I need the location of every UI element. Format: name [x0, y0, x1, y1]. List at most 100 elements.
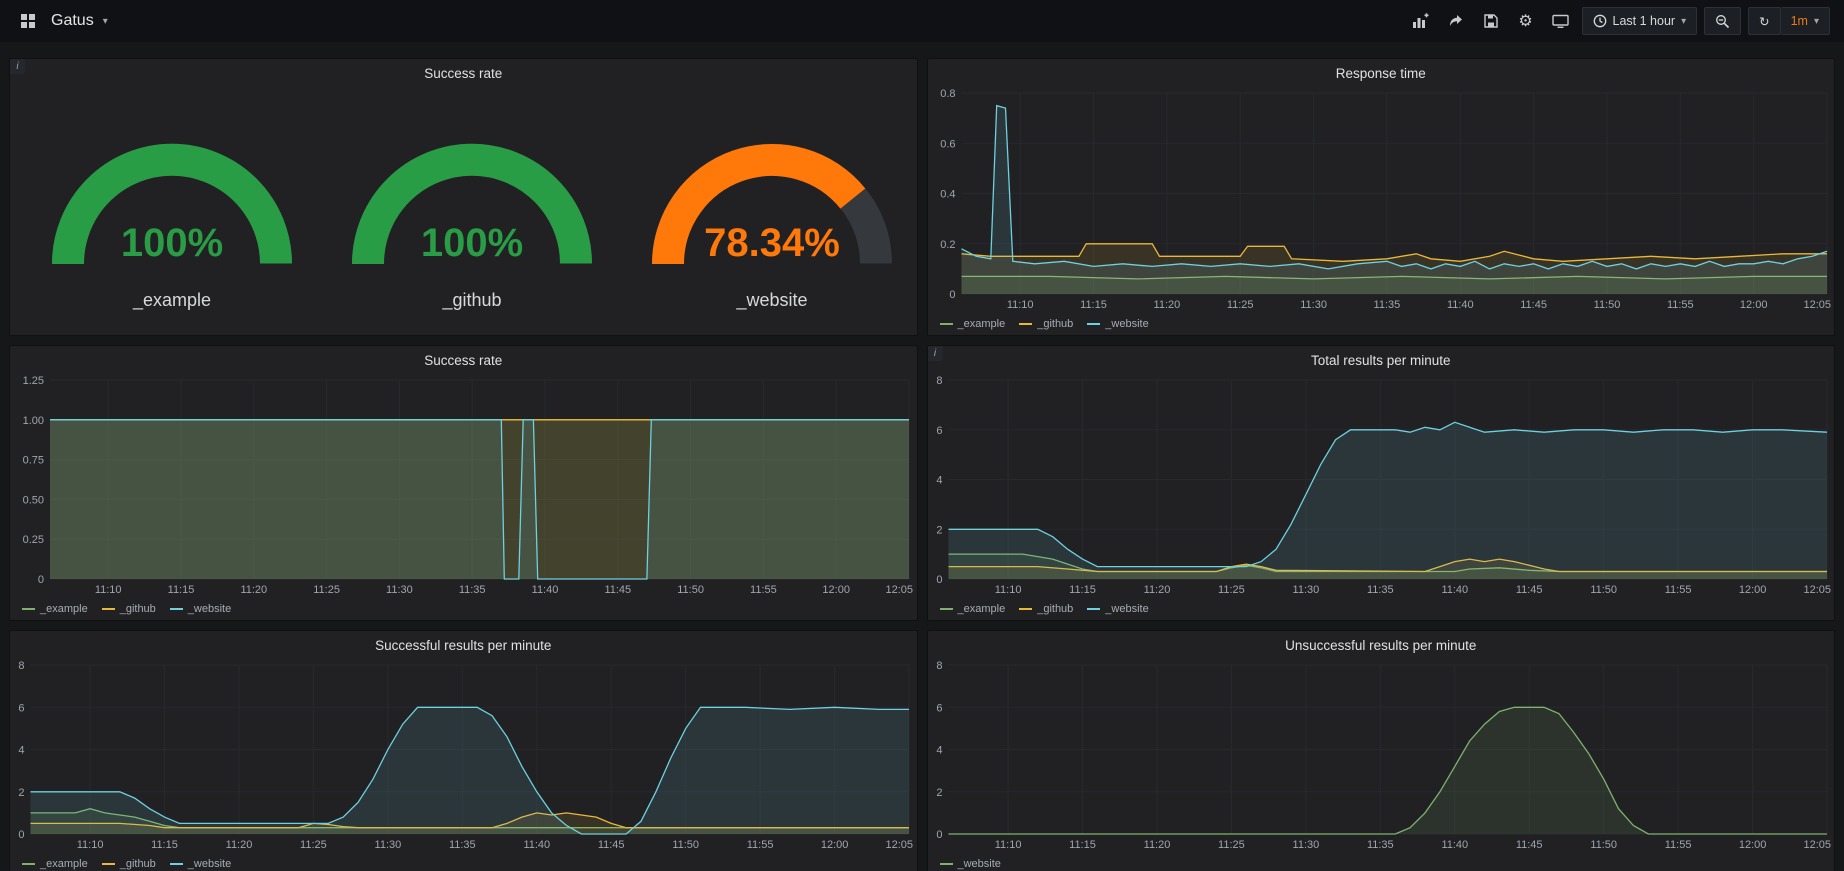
clock-icon: [1593, 14, 1607, 28]
panel-total-results: i Total results per minute 0246811:1011:…: [927, 345, 1836, 621]
panel-title[interactable]: Successful results per minute: [10, 631, 917, 656]
legend-swatch: [1019, 608, 1032, 610]
svg-text:11:25: 11:25: [313, 584, 340, 596]
svg-text:11:30: 11:30: [375, 839, 402, 851]
panel-successful-results: Successful results per minute 0246811:10…: [9, 630, 918, 871]
svg-text:11:25: 11:25: [1226, 299, 1253, 311]
share-button[interactable]: [1442, 7, 1470, 35]
svg-text:11:40: 11:40: [1441, 584, 1468, 596]
dashboard-caret-icon[interactable]: ▾: [103, 16, 108, 27]
svg-text:11:25: 11:25: [1218, 584, 1245, 596]
svg-text:12:00: 12:00: [1739, 299, 1767, 311]
svg-text:11:30: 11:30: [1292, 584, 1319, 596]
legend-item-_github[interactable]: _github: [102, 603, 156, 615]
timeseries-chart-response-time[interactable]: 00.20.40.60.811:1011:1511:2011:2511:3011…: [928, 84, 1835, 313]
svg-text:2: 2: [936, 524, 942, 536]
refresh-picker: ↻ 1m ▾: [1748, 7, 1830, 35]
svg-text:2: 2: [936, 787, 942, 799]
panel-title[interactable]: Response time: [928, 59, 1835, 84]
svg-text:6: 6: [936, 702, 942, 714]
gauge-arc: 100%: [322, 108, 622, 284]
svg-text:11:15: 11:15: [1069, 839, 1096, 851]
svg-text:4: 4: [18, 745, 24, 757]
svg-text:0: 0: [936, 829, 942, 841]
svg-text:11:55: 11:55: [750, 584, 777, 596]
legend-item-_website[interactable]: _website: [1087, 318, 1148, 330]
save-icon: [1483, 13, 1499, 29]
svg-text:11:10: 11:10: [994, 584, 1021, 596]
legend-item-_example[interactable]: _example: [940, 603, 1006, 615]
svg-text:11:40: 11:40: [1446, 299, 1473, 311]
panel-info-icon[interactable]: i: [928, 346, 943, 361]
dashboard-grid: i Success rate 100% _example 100% _githu…: [0, 42, 1844, 871]
zoom-out-button[interactable]: [1704, 7, 1741, 35]
timeseries-chart-successful-results[interactable]: 0246811:1011:1511:2011:2511:3011:3511:40…: [10, 656, 917, 853]
svg-text:11:40: 11:40: [532, 584, 559, 596]
panel-title[interactable]: Success rate: [10, 59, 917, 84]
svg-text:0.4: 0.4: [940, 189, 955, 201]
legend-item-_github[interactable]: _github: [1019, 603, 1073, 615]
svg-text:11:55: 11:55: [1664, 839, 1691, 851]
timeseries-chart-unsuccessful-results[interactable]: 0246811:1011:1511:2011:2511:3011:3511:40…: [928, 656, 1835, 853]
panel-info-icon[interactable]: i: [10, 59, 25, 74]
apps-grid-icon[interactable]: [14, 7, 42, 35]
legend-item-_github[interactable]: _github: [1019, 318, 1073, 330]
add-panel-button[interactable]: [1407, 7, 1435, 35]
panel-title[interactable]: Unsuccessful results per minute: [928, 631, 1835, 656]
legend-swatch: [1087, 608, 1100, 610]
svg-text:11:25: 11:25: [1218, 839, 1245, 851]
panel-title[interactable]: Success rate: [10, 346, 917, 371]
legend-item-_website[interactable]: _website: [1087, 603, 1148, 615]
legend-swatch: [1087, 323, 1100, 325]
svg-text:1.25: 1.25: [23, 375, 44, 387]
time-range-picker[interactable]: Last 1 hour ▾: [1582, 7, 1698, 35]
svg-text:8: 8: [18, 660, 24, 672]
svg-text:11:50: 11:50: [1593, 299, 1620, 311]
svg-text:11:35: 11:35: [1366, 839, 1393, 851]
svg-text:0: 0: [38, 574, 44, 586]
legend-item-_example[interactable]: _example: [22, 603, 88, 615]
zoom-out-icon: [1715, 14, 1730, 29]
panel-title[interactable]: Total results per minute: [928, 346, 1835, 371]
legend-label: _github: [1037, 603, 1073, 615]
dashboard-title[interactable]: Gatus: [51, 12, 94, 30]
timeseries-chart-total-results[interactable]: 0246811:1011:1511:2011:2511:3011:3511:40…: [928, 371, 1835, 598]
svg-text:11:45: 11:45: [1515, 584, 1542, 596]
settings-button[interactable]: ⚙: [1512, 7, 1540, 35]
save-button[interactable]: [1477, 7, 1505, 35]
legend-swatch: [170, 608, 183, 610]
svg-text:0.6: 0.6: [940, 138, 955, 150]
legend-item-_example[interactable]: _example: [940, 318, 1006, 330]
svg-text:11:20: 11:20: [226, 839, 253, 851]
gauge-_website: 78.34% _website: [622, 108, 918, 311]
svg-text:11:10: 11:10: [95, 584, 122, 596]
refresh-interval-button[interactable]: 1m ▾: [1781, 7, 1830, 35]
navbar: Gatus ▾ ⚙ Last 1 hour ▾ ↻: [0, 0, 1844, 42]
cycle-view-button[interactable]: [1547, 7, 1575, 35]
legend-swatch: [940, 863, 953, 865]
svg-text:11:15: 11:15: [1069, 584, 1096, 596]
svg-text:11:15: 11:15: [1080, 299, 1107, 311]
timeseries-chart-success-rate[interactable]: 00.250.500.751.001.2511:1011:1511:2011:2…: [10, 371, 917, 598]
svg-text:11:15: 11:15: [151, 839, 178, 851]
legend-item-_github[interactable]: _github: [102, 858, 156, 870]
legend-label: _example: [40, 603, 88, 615]
legend-item-_website[interactable]: _website: [170, 603, 231, 615]
refresh-interval-label: 1m: [1791, 14, 1808, 28]
legend-item-_website[interactable]: _website: [940, 858, 1001, 870]
svg-text:11:45: 11:45: [598, 839, 625, 851]
legend-item-_example[interactable]: _example: [22, 858, 88, 870]
svg-text:11:50: 11:50: [1590, 839, 1617, 851]
panel-response-time: Response time 00.20.40.60.811:1011:1511:…: [927, 58, 1836, 336]
svg-text:0.75: 0.75: [23, 455, 44, 467]
legend-item-_website[interactable]: _website: [170, 858, 231, 870]
svg-text:11:45: 11:45: [1515, 839, 1542, 851]
chart-legend: _example _github _website: [10, 598, 917, 620]
svg-text:11:55: 11:55: [1664, 584, 1691, 596]
refresh-button[interactable]: ↻: [1748, 7, 1780, 35]
svg-text:11:10: 11:10: [1006, 299, 1033, 311]
gauge-label: _website: [736, 290, 807, 311]
svg-text:11:50: 11:50: [677, 584, 704, 596]
svg-text:11:50: 11:50: [672, 839, 699, 851]
svg-text:11:45: 11:45: [1520, 299, 1547, 311]
